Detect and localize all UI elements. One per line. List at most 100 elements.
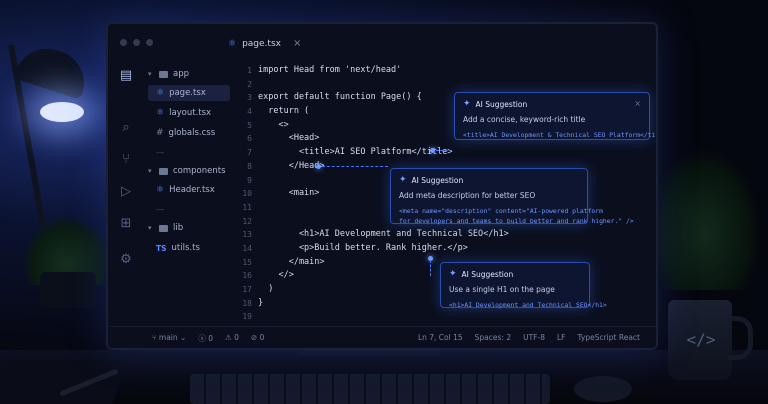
explorer-item-label: Header.tsx (169, 185, 215, 195)
line-number: 15 (242, 257, 252, 267)
window-close-dot[interactable] (120, 39, 127, 46)
tab-label: page.tsx (242, 38, 281, 49)
chevron-down-icon: ▾ (148, 70, 152, 78)
branch-label: main (158, 333, 178, 342)
source-control-icon[interactable]: ⑂ (118, 152, 134, 168)
explorer-file-header-tsx[interactable]: ⚛ Header.tsx (148, 182, 230, 198)
suggestion-connector (322, 166, 388, 167)
suggestion-header: ✦ AI Suggestion (399, 175, 579, 185)
suggestion-code[interactable]: <meta name="description" content="AI-pow… (399, 206, 634, 226)
extensions-icon[interactable]: ⊞ (118, 216, 134, 232)
search-icon[interactable]: ⌕ (118, 120, 134, 136)
suggestion-header-label: AI Suggestion (461, 269, 514, 279)
explorer-item-label: page.tsx (169, 88, 206, 98)
line-number: 1 (247, 66, 252, 75)
warnings-indicator[interactable]: ⚠ 0 (225, 333, 239, 344)
folder-icon (159, 167, 168, 175)
title-bar: ⚛ page.tsx × (108, 24, 656, 64)
explorer-file-utils-ts[interactable]: TS utils.ts (148, 240, 230, 256)
line-ending[interactable]: LF (557, 333, 566, 342)
chevron-down-icon: ▾ (148, 167, 152, 175)
code-line[interactable] (258, 310, 509, 324)
explorer-item-label: components (173, 166, 226, 176)
explorer-item-label: globals.css (168, 128, 216, 138)
sparkle-icon: ✦ (449, 269, 457, 279)
line-number: 4 (247, 107, 252, 117)
chevron-down-icon: ▾ (148, 224, 152, 232)
window-minimize-dot[interactable] (133, 39, 140, 46)
info-indicator[interactable]: ⊘ 0 (251, 333, 264, 344)
explorer-separator: — (156, 148, 165, 158)
errors-indicator[interactable]: ⓧ 0 (198, 333, 213, 344)
explorer-folder-components[interactable]: ▾ components (148, 163, 230, 179)
indentation[interactable]: Spaces: 2 (475, 333, 511, 342)
code-line[interactable]: <p>Build better. Rank higher.</p> (258, 242, 509, 256)
code-line[interactable]: <h1>AI Development and Technical SEO</h1… (258, 228, 509, 242)
chevron-down-icon: ⌄ (180, 333, 187, 342)
explorer-file-page-tsx[interactable]: ⚛ page.tsx (148, 85, 230, 101)
window-maximize-dot[interactable] (146, 39, 153, 46)
run-debug-icon[interactable]: ▷ (118, 184, 134, 200)
warning-icon: ⚠ (225, 333, 232, 342)
monitor-screen: ⚛ page.tsx × ▤ ⌕ ⑂ ▷ ⊞ ⚙ ▾ app ⚛ page.ts… (106, 22, 658, 350)
code-line[interactable]: import Head from 'next/head' (258, 64, 509, 78)
suggestion-code[interactable]: <h1>AI Development and Technical SEO</h1… (449, 300, 607, 310)
status-left: ⑂ main ⌄ ⓧ 0 ⚠ 0 ⊘ 0 (152, 333, 264, 344)
explorer-file-globals-css[interactable]: # globals.css (148, 125, 230, 141)
notebook (0, 360, 129, 404)
suggestion-connector (430, 260, 431, 276)
explorer-item-label: app (173, 69, 189, 79)
suggestion-description: Add meta description for better SEO (399, 191, 536, 200)
plant-pot (40, 272, 96, 308)
line-number: 10 (242, 189, 252, 199)
suggestion-code[interactable]: <title>AI Development & Technical SEO Pl… (463, 130, 656, 140)
line-number: 13 (242, 230, 252, 240)
close-icon[interactable]: × (293, 38, 301, 49)
folder-icon (159, 70, 168, 78)
encoding[interactable]: UTF-8 (523, 333, 545, 342)
line-number: 17 (242, 285, 252, 294)
ai-suggestion-card-meta[interactable]: ✦ AI Suggestion Add meta description for… (390, 168, 634, 226)
explorer-file-layout-tsx[interactable]: ⚛ layout.tsx (148, 105, 230, 121)
plant-right (650, 150, 760, 290)
explorer-folder-lib[interactable]: ▾ lib (148, 220, 230, 236)
settings-gear-icon[interactable]: ⚙ (118, 252, 134, 268)
explorer-folder-app[interactable]: ▾ app (148, 66, 230, 82)
branch-icon: ⑂ (152, 333, 157, 342)
line-number-gutter: 1 2 3 4 5 6 7 8 9 10 11 12 13 14 15 16 17 18 19 (230, 64, 252, 324)
warnings-count: 0 (234, 333, 239, 342)
error-icon: ⓧ (198, 334, 206, 343)
line-number: 14 (242, 243, 252, 253)
explorer-item-label: layout.tsx (169, 108, 212, 118)
css-hash-icon: # (156, 128, 164, 138)
react-icon: ⚛ (228, 38, 237, 49)
file-explorer: ▾ app ⚛ page.tsx ⚛ layout.tsx # globals.… (148, 64, 230, 324)
line-number: 11 (242, 202, 252, 212)
ai-suggestion-card-h1[interactable]: ✦ AI Suggestion Use a single H1 on the p… (440, 262, 607, 310)
branch-indicator[interactable]: ⑂ main ⌄ (152, 333, 186, 344)
language-mode[interactable]: TypeScript React (577, 333, 640, 342)
line-number: 16 (242, 271, 252, 281)
tab-page-tsx[interactable]: ⚛ page.tsx × (228, 38, 301, 49)
react-icon: ⚛ (156, 108, 165, 118)
mouse (574, 376, 632, 402)
code-icon: </> (686, 330, 716, 349)
suggestion-description: Add a concise, keyword-rich title (463, 115, 586, 124)
suggestion-description: Use a single H1 on the page (449, 285, 555, 294)
line-number: 19 (242, 312, 252, 322)
line-number: 9 (247, 175, 252, 185)
code-line[interactable] (258, 78, 509, 92)
close-icon[interactable]: × (634, 99, 641, 108)
line-number: 6 (247, 134, 252, 144)
cursor-position[interactable]: Ln 7, Col 15 (418, 333, 463, 342)
window-controls (120, 39, 153, 46)
ai-suggestion-card-title[interactable]: ✦ AI Suggestion × Add a concise, keyword… (454, 92, 656, 140)
files-icon[interactable]: ▤ (118, 68, 134, 84)
suggestion-anchor-node (430, 148, 435, 153)
line-number: 7 (247, 148, 252, 158)
line-number: 3 (247, 93, 252, 103)
code-line[interactable]: <title>AI SEO Platform</title> (258, 146, 509, 160)
sparkle-icon: ✦ (463, 99, 471, 109)
react-icon: ⚛ (156, 88, 165, 98)
info-count: 0 (259, 333, 265, 342)
